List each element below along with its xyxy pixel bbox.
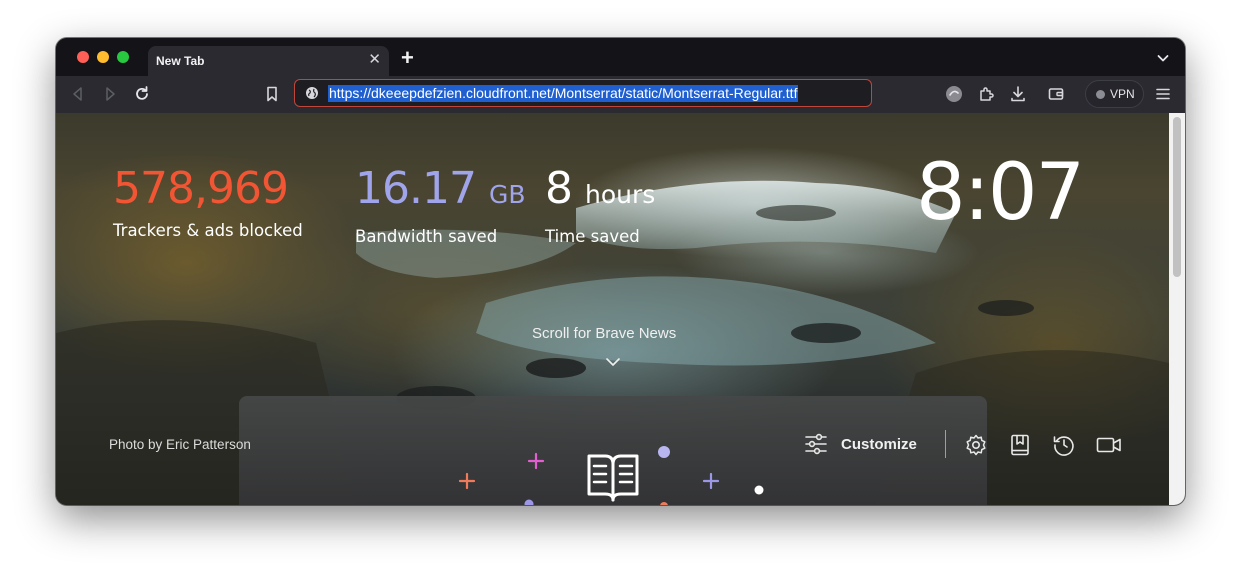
scrollbar[interactable] bbox=[1169, 113, 1185, 505]
brave-shields-icon[interactable] bbox=[944, 84, 964, 104]
bandwidth-label: Bandwidth saved bbox=[355, 227, 498, 246]
toolbar-divider bbox=[945, 430, 946, 458]
sliders-icon bbox=[805, 433, 827, 455]
dot-purple bbox=[524, 499, 534, 505]
vpn-button[interactable]: VPN bbox=[1085, 80, 1144, 108]
extensions-icon[interactable] bbox=[976, 84, 996, 104]
vpn-label: VPN bbox=[1110, 87, 1135, 101]
tab-title: New Tab bbox=[156, 54, 205, 68]
trackers-stat: 578,969 Trackers & ads blocked bbox=[113, 163, 303, 241]
trackers-value: 578,969 bbox=[113, 163, 289, 214]
scroll-for-news[interactable]: Scroll for Brave News bbox=[532, 325, 676, 342]
download-icon[interactable] bbox=[1008, 84, 1028, 104]
bandwidth-value-row: 16.17 GB bbox=[355, 165, 526, 219]
bandwidth-stat: 16.17 GB Bandwidth saved bbox=[355, 165, 526, 247]
customize-label: Customize bbox=[841, 436, 917, 453]
back-icon[interactable] bbox=[68, 84, 88, 104]
close-window-button[interactable] bbox=[77, 51, 89, 63]
bookmarks-icon[interactable] bbox=[1008, 433, 1032, 457]
photo-credit: Photo by Eric Patterson bbox=[109, 437, 251, 452]
minimize-window-button[interactable] bbox=[97, 51, 109, 63]
forward-icon[interactable] bbox=[100, 84, 120, 104]
bookmark-icon[interactable] bbox=[262, 84, 282, 104]
menu-icon[interactable] bbox=[1153, 84, 1173, 104]
chevron-down-icon[interactable] bbox=[1157, 52, 1169, 64]
photo-credit-prefix: Photo by bbox=[109, 437, 167, 452]
sparkle-plus-pink bbox=[527, 452, 545, 470]
time-value-row: 8 hours bbox=[545, 165, 655, 219]
plus-icon[interactable]: + bbox=[401, 47, 414, 69]
close-icon[interactable]: ✕ bbox=[368, 52, 381, 68]
sparkle-plus-orange bbox=[458, 472, 476, 490]
toolbar: https://dkeeepdefzien.cloudfront.net/Mon… bbox=[56, 76, 1185, 113]
clock: 8:07 bbox=[916, 148, 1085, 238]
zoom-window-button[interactable] bbox=[117, 51, 129, 63]
time-value: 8 bbox=[545, 163, 573, 214]
book-icon bbox=[587, 454, 639, 502]
dot-lavender bbox=[658, 446, 670, 458]
scrollbar-thumb[interactable] bbox=[1173, 117, 1181, 277]
globe-icon bbox=[306, 87, 318, 99]
url-text[interactable]: https://dkeeepdefzien.cloudfront.net/Mon… bbox=[328, 85, 799, 102]
sparkle-plus-lavender bbox=[702, 472, 720, 490]
tab-strip: New Tab ✕ + bbox=[56, 38, 1185, 76]
dot-white bbox=[754, 485, 764, 495]
photo-credit-author[interactable]: Eric Patterson bbox=[166, 437, 251, 452]
history-icon[interactable] bbox=[1052, 433, 1076, 457]
bandwidth-unit: GB bbox=[488, 180, 526, 209]
video-call-icon[interactable] bbox=[1096, 433, 1122, 457]
settings-gear-icon[interactable] bbox=[964, 433, 988, 457]
chevron-down-icon[interactable] bbox=[605, 357, 621, 367]
new-tab-page: 578,969 Trackers & ads blocked 16.17 GB … bbox=[56, 113, 1185, 505]
bandwidth-value: 16.17 bbox=[355, 163, 477, 214]
time-label: Time saved bbox=[545, 227, 640, 246]
tab-new-tab[interactable]: New Tab ✕ bbox=[148, 46, 389, 76]
wallet-icon[interactable] bbox=[1046, 84, 1066, 104]
address-bar[interactable]: https://dkeeepdefzien.cloudfront.net/Mon… bbox=[294, 79, 872, 107]
vpn-status-dot bbox=[1096, 90, 1105, 99]
dot-orange bbox=[660, 502, 668, 505]
browser-window: New Tab ✕ + https://dkeeepdefzien.cloudf… bbox=[56, 38, 1185, 505]
time-stat: 8 hours Time saved bbox=[545, 165, 655, 247]
trackers-label: Trackers & ads blocked bbox=[113, 221, 303, 240]
time-unit: hours bbox=[585, 180, 656, 209]
reload-icon[interactable] bbox=[132, 84, 152, 104]
